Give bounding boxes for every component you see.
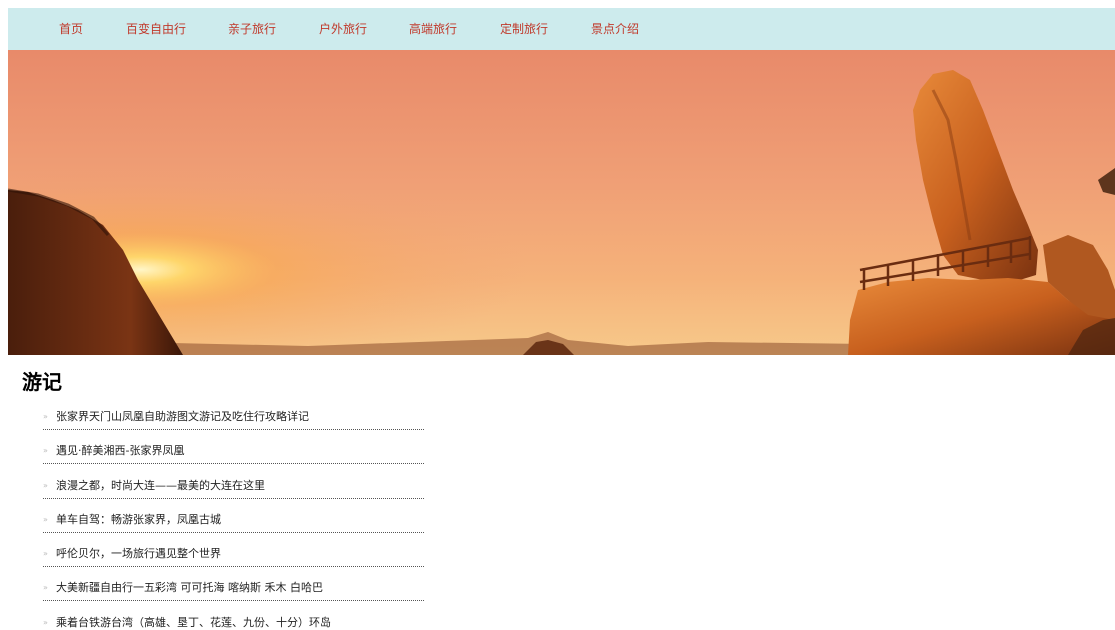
sunset-mountain-photo-icon (8, 50, 1115, 355)
article-link[interactable]: 遇见·醉美湘西-张家界凤凰 (56, 438, 184, 463)
bullet-icon: » (43, 480, 48, 490)
article-link[interactable]: 浪漫之都，时尚大连——最美的大连在这里 (56, 473, 265, 498)
article-link[interactable]: 乘着台铁游台湾（高雄、垦丁、花莲、九份、十分）环岛 (56, 610, 331, 630)
top-nav: 首页 百变自由行 亲子旅行 户外旅行 高端旅行 定制旅行 景点介绍 (8, 8, 1115, 50)
nav-item-free-travel[interactable]: 百变自由行 (126, 8, 186, 50)
bullet-icon: » (43, 617, 48, 627)
list-item: » 张家界天门山凤凰自助游图文游记及吃住行攻略详记 (43, 404, 424, 430)
bullet-icon: » (43, 583, 48, 593)
list-item: » 呼伦贝尔，一场旅行遇见整个世界 (43, 541, 424, 568)
banner-image (8, 50, 1115, 355)
article-list: » 张家界天门山凤凰自助游图文游记及吃住行攻略详记 » 遇见·醉美湘西-张家界凤… (43, 404, 424, 630)
bullet-icon: » (43, 514, 48, 524)
nav-item-luxury-travel[interactable]: 高端旅行 (409, 8, 457, 50)
list-item: » 浪漫之都，时尚大连——最美的大连在这里 (43, 473, 424, 499)
list-item: » 大美新疆自由行一五彩湾 可可托海 喀纳斯 禾木 白哈巴 (43, 575, 424, 602)
list-item: » 乘着台铁游台湾（高雄、垦丁、花莲、九份、十分）环岛 (43, 610, 424, 630)
article-link[interactable]: 张家界天门山凤凰自助游图文游记及吃住行攻略详记 (56, 404, 309, 429)
page: 首页 百变自由行 亲子旅行 户外旅行 高端旅行 定制旅行 景点介绍 游记 » 张… (0, 0, 1115, 630)
article-link[interactable]: 单车自驾：畅游张家界，凤凰古城 (56, 507, 221, 532)
list-item: » 单车自驾：畅游张家界，凤凰古城 (43, 507, 424, 533)
article-link[interactable]: 呼伦贝尔，一场旅行遇见整个世界 (56, 541, 221, 566)
bullet-icon: » (43, 549, 48, 559)
nav-item-attractions[interactable]: 景点介绍 (591, 8, 639, 50)
list-item: » 遇见·醉美湘西-张家界凤凰 (43, 438, 424, 465)
section-title: 游记 (22, 370, 62, 394)
nav-item-home[interactable]: 首页 (59, 8, 83, 50)
nav-item-outdoor-travel[interactable]: 户外旅行 (319, 8, 367, 50)
nav-item-family-travel[interactable]: 亲子旅行 (228, 8, 276, 50)
nav-item-custom-travel[interactable]: 定制旅行 (500, 8, 548, 50)
bullet-icon: » (43, 412, 48, 421)
bullet-icon: » (43, 446, 48, 456)
article-link[interactable]: 大美新疆自由行一五彩湾 可可托海 喀纳斯 禾木 白哈巴 (56, 575, 323, 600)
